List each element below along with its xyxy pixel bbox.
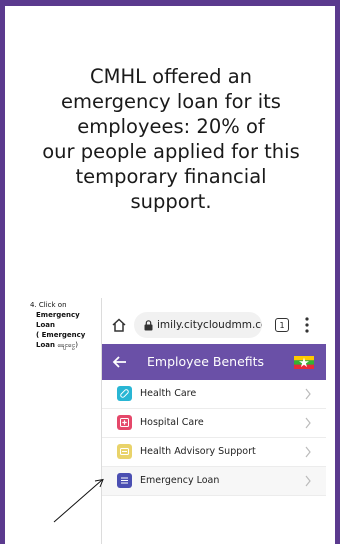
menu-item-emergency-loan[interactable]: Emergency Loan	[102, 467, 326, 496]
bandage-icon	[117, 386, 132, 401]
headline-line: emergency loan for its	[61, 90, 281, 113]
url-bar[interactable]: imily.citycloudmm.com	[134, 312, 262, 338]
list-icon	[117, 473, 132, 488]
menu-item-label: Health Care	[140, 388, 197, 399]
instruction-bold: Loan	[36, 341, 55, 349]
app-header: Employee Benefits	[102, 344, 326, 380]
advice-icon	[117, 444, 132, 459]
home-icon[interactable]	[112, 318, 126, 332]
instruction-note: 4. Click on Emergency Loan ( Emergency L…	[30, 300, 96, 350]
headline-line: temporary financial	[75, 165, 267, 188]
page-title: Employee Benefits	[147, 354, 265, 369]
hospital-icon	[117, 415, 132, 430]
menu-item-health-care[interactable]: Health Care	[102, 380, 326, 409]
instruction-burmese: ချေးငွေ)	[57, 341, 78, 349]
arrow-left-icon[interactable]	[112, 354, 128, 370]
myanmar-flag-icon[interactable]	[294, 356, 314, 369]
menu-item-health-advisory[interactable]: Health Advisory Support	[102, 438, 326, 467]
tabs-icon[interactable]: 1	[275, 318, 289, 332]
chevron-right-icon	[305, 475, 311, 487]
headline-text: CMHL offered an emergency loan for its e…	[18, 64, 324, 214]
headline-line: CMHL offered an	[90, 65, 252, 88]
more-vert-icon[interactable]	[305, 316, 309, 334]
menu-item-label: Emergency Loan	[140, 475, 220, 486]
headline-line: employees: 20% of	[77, 115, 265, 138]
instruction-bold: Emergency Loan	[36, 311, 80, 329]
frame-right-border	[335, 0, 340, 544]
headline-line: support.	[130, 190, 212, 213]
menu-item-label: Hospital Care	[140, 417, 204, 428]
url-text: imily.citycloudmm.com	[157, 319, 262, 331]
frame-left-border	[0, 0, 5, 544]
lock-icon	[144, 319, 153, 330]
chevron-right-icon	[305, 388, 311, 400]
menu-item-label: Health Advisory Support	[140, 446, 256, 457]
chevron-right-icon	[305, 417, 311, 429]
browser-toolbar: imily.citycloudmm.com 1	[102, 304, 326, 344]
pointer-arrow	[53, 478, 104, 523]
phone-screenshot: imily.citycloudmm.com 1 Employee Benefit…	[101, 298, 326, 544]
benefits-menu: Health Care Hospital Care Health Advisor…	[102, 380, 326, 496]
instruction-line: Loan ချေးငွေ)	[30, 341, 78, 349]
chevron-right-icon	[305, 446, 311, 458]
headline-line: our people applied for this	[42, 140, 300, 163]
menu-item-hospital-care[interactable]: Hospital Care	[102, 409, 326, 438]
instruction-step: 4. Click on	[30, 301, 67, 309]
instruction-bold: ( Emergency	[36, 331, 86, 339]
frame-top-border	[0, 0, 340, 6]
